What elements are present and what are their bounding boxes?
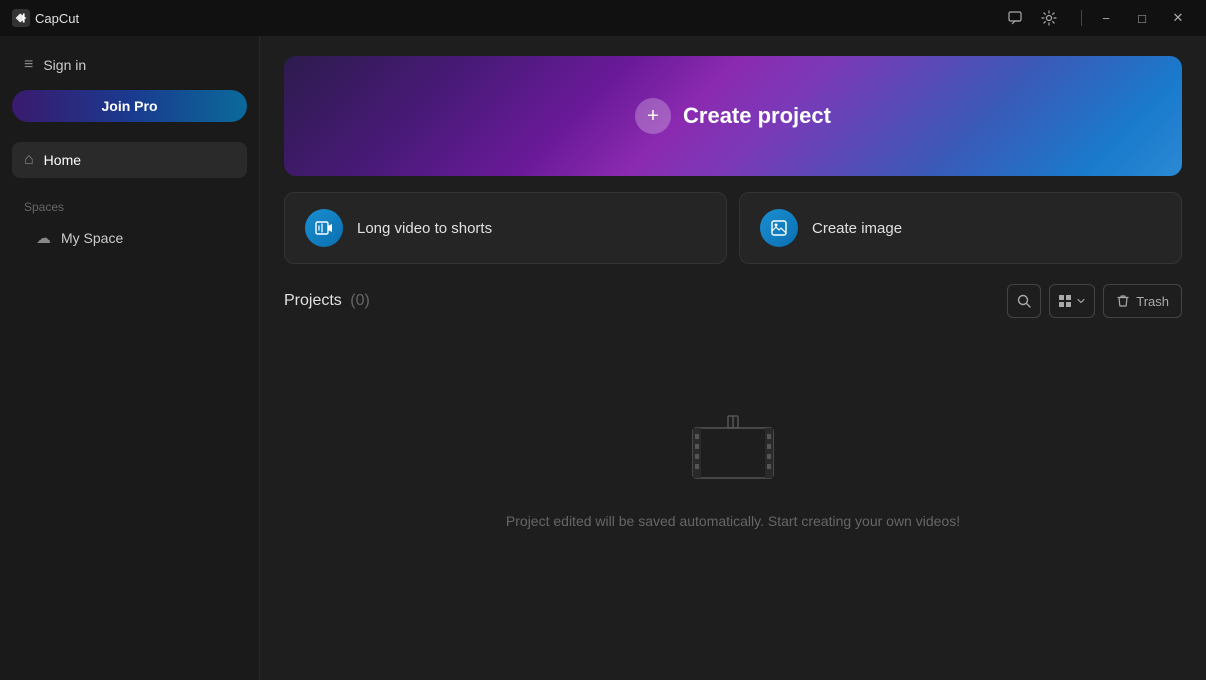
long-video-icon bbox=[305, 209, 343, 247]
create-image-label: Create image bbox=[812, 220, 902, 237]
minimize-button[interactable]: − bbox=[1090, 2, 1122, 34]
empty-state-text: Project edited will be saved automatical… bbox=[506, 513, 960, 529]
empty-illustration bbox=[673, 398, 793, 493]
close-button[interactable]: ✕ bbox=[1162, 2, 1194, 34]
sidebar-nav: ⌂ Home bbox=[0, 138, 259, 184]
app-name: CapCut bbox=[35, 11, 79, 26]
sign-in-icon: ≡ bbox=[24, 56, 33, 74]
settings-icon[interactable] bbox=[1033, 2, 1065, 34]
spaces-section: Spaces ☁ My Space bbox=[0, 184, 259, 264]
titlebar-left: CapCut bbox=[12, 9, 79, 27]
main-content: + Create project Long video to shorts Cr… bbox=[260, 36, 1206, 680]
my-space-label: My Space bbox=[61, 230, 123, 246]
sidebar: ≡ Sign in Join Pro ⌂ Home Spaces ☁ My Sp… bbox=[0, 36, 260, 680]
create-image-icon bbox=[760, 209, 798, 247]
trash-button[interactable]: Trash bbox=[1103, 284, 1182, 318]
logo-icon bbox=[12, 9, 30, 27]
extra-icons bbox=[999, 2, 1065, 34]
sidebar-item-my-space[interactable]: ☁ My Space bbox=[24, 220, 235, 256]
view-toggle-button[interactable] bbox=[1049, 284, 1095, 318]
projects-title: Projects (0) bbox=[284, 292, 370, 309]
create-plus-icon: + bbox=[635, 98, 671, 134]
titlebar-divider bbox=[1081, 10, 1082, 26]
long-video-to-shorts-card[interactable]: Long video to shorts bbox=[284, 192, 727, 264]
quick-actions: Long video to shorts Create image bbox=[284, 192, 1182, 264]
app-logo: CapCut bbox=[12, 9, 79, 27]
spaces-label: Spaces bbox=[24, 200, 235, 214]
grid-view-icon bbox=[1058, 294, 1072, 308]
sign-in-button[interactable]: ≡ Sign in bbox=[12, 48, 247, 82]
projects-toolbar: Trash bbox=[1007, 284, 1182, 318]
search-button[interactable] bbox=[1007, 284, 1041, 318]
sidebar-item-home[interactable]: ⌂ Home bbox=[12, 142, 247, 178]
create-image-card[interactable]: Create image bbox=[739, 192, 1182, 264]
create-project-banner[interactable]: + Create project bbox=[284, 56, 1182, 176]
maximize-button[interactable]: □ bbox=[1126, 2, 1158, 34]
join-pro-button[interactable]: Join Pro bbox=[12, 90, 247, 122]
search-icon bbox=[1017, 294, 1031, 308]
window-controls: − □ ✕ bbox=[999, 2, 1194, 34]
empty-state: Project edited will be saved automatical… bbox=[284, 338, 1182, 569]
create-project-content: + Create project bbox=[635, 98, 831, 134]
trash-icon bbox=[1116, 294, 1130, 308]
sign-in-label: Sign in bbox=[43, 57, 86, 73]
feedback-icon[interactable] bbox=[999, 2, 1031, 34]
projects-title-container: Projects (0) bbox=[284, 292, 370, 310]
home-label: Home bbox=[44, 152, 81, 168]
create-project-label: Create project bbox=[683, 103, 831, 129]
chevron-down-icon bbox=[1076, 296, 1086, 306]
home-icon: ⌂ bbox=[24, 151, 34, 169]
projects-header: Projects (0) Trash bbox=[284, 284, 1182, 318]
titlebar: CapCut − □ ✕ bbox=[0, 0, 1206, 36]
projects-count: (0) bbox=[350, 292, 370, 309]
my-space-icon: ☁ bbox=[36, 229, 51, 247]
trash-label: Trash bbox=[1136, 294, 1169, 309]
long-video-label: Long video to shorts bbox=[357, 220, 492, 237]
main-layout: ≡ Sign in Join Pro ⌂ Home Spaces ☁ My Sp… bbox=[0, 36, 1206, 680]
sidebar-top: ≡ Sign in Join Pro bbox=[0, 48, 259, 138]
